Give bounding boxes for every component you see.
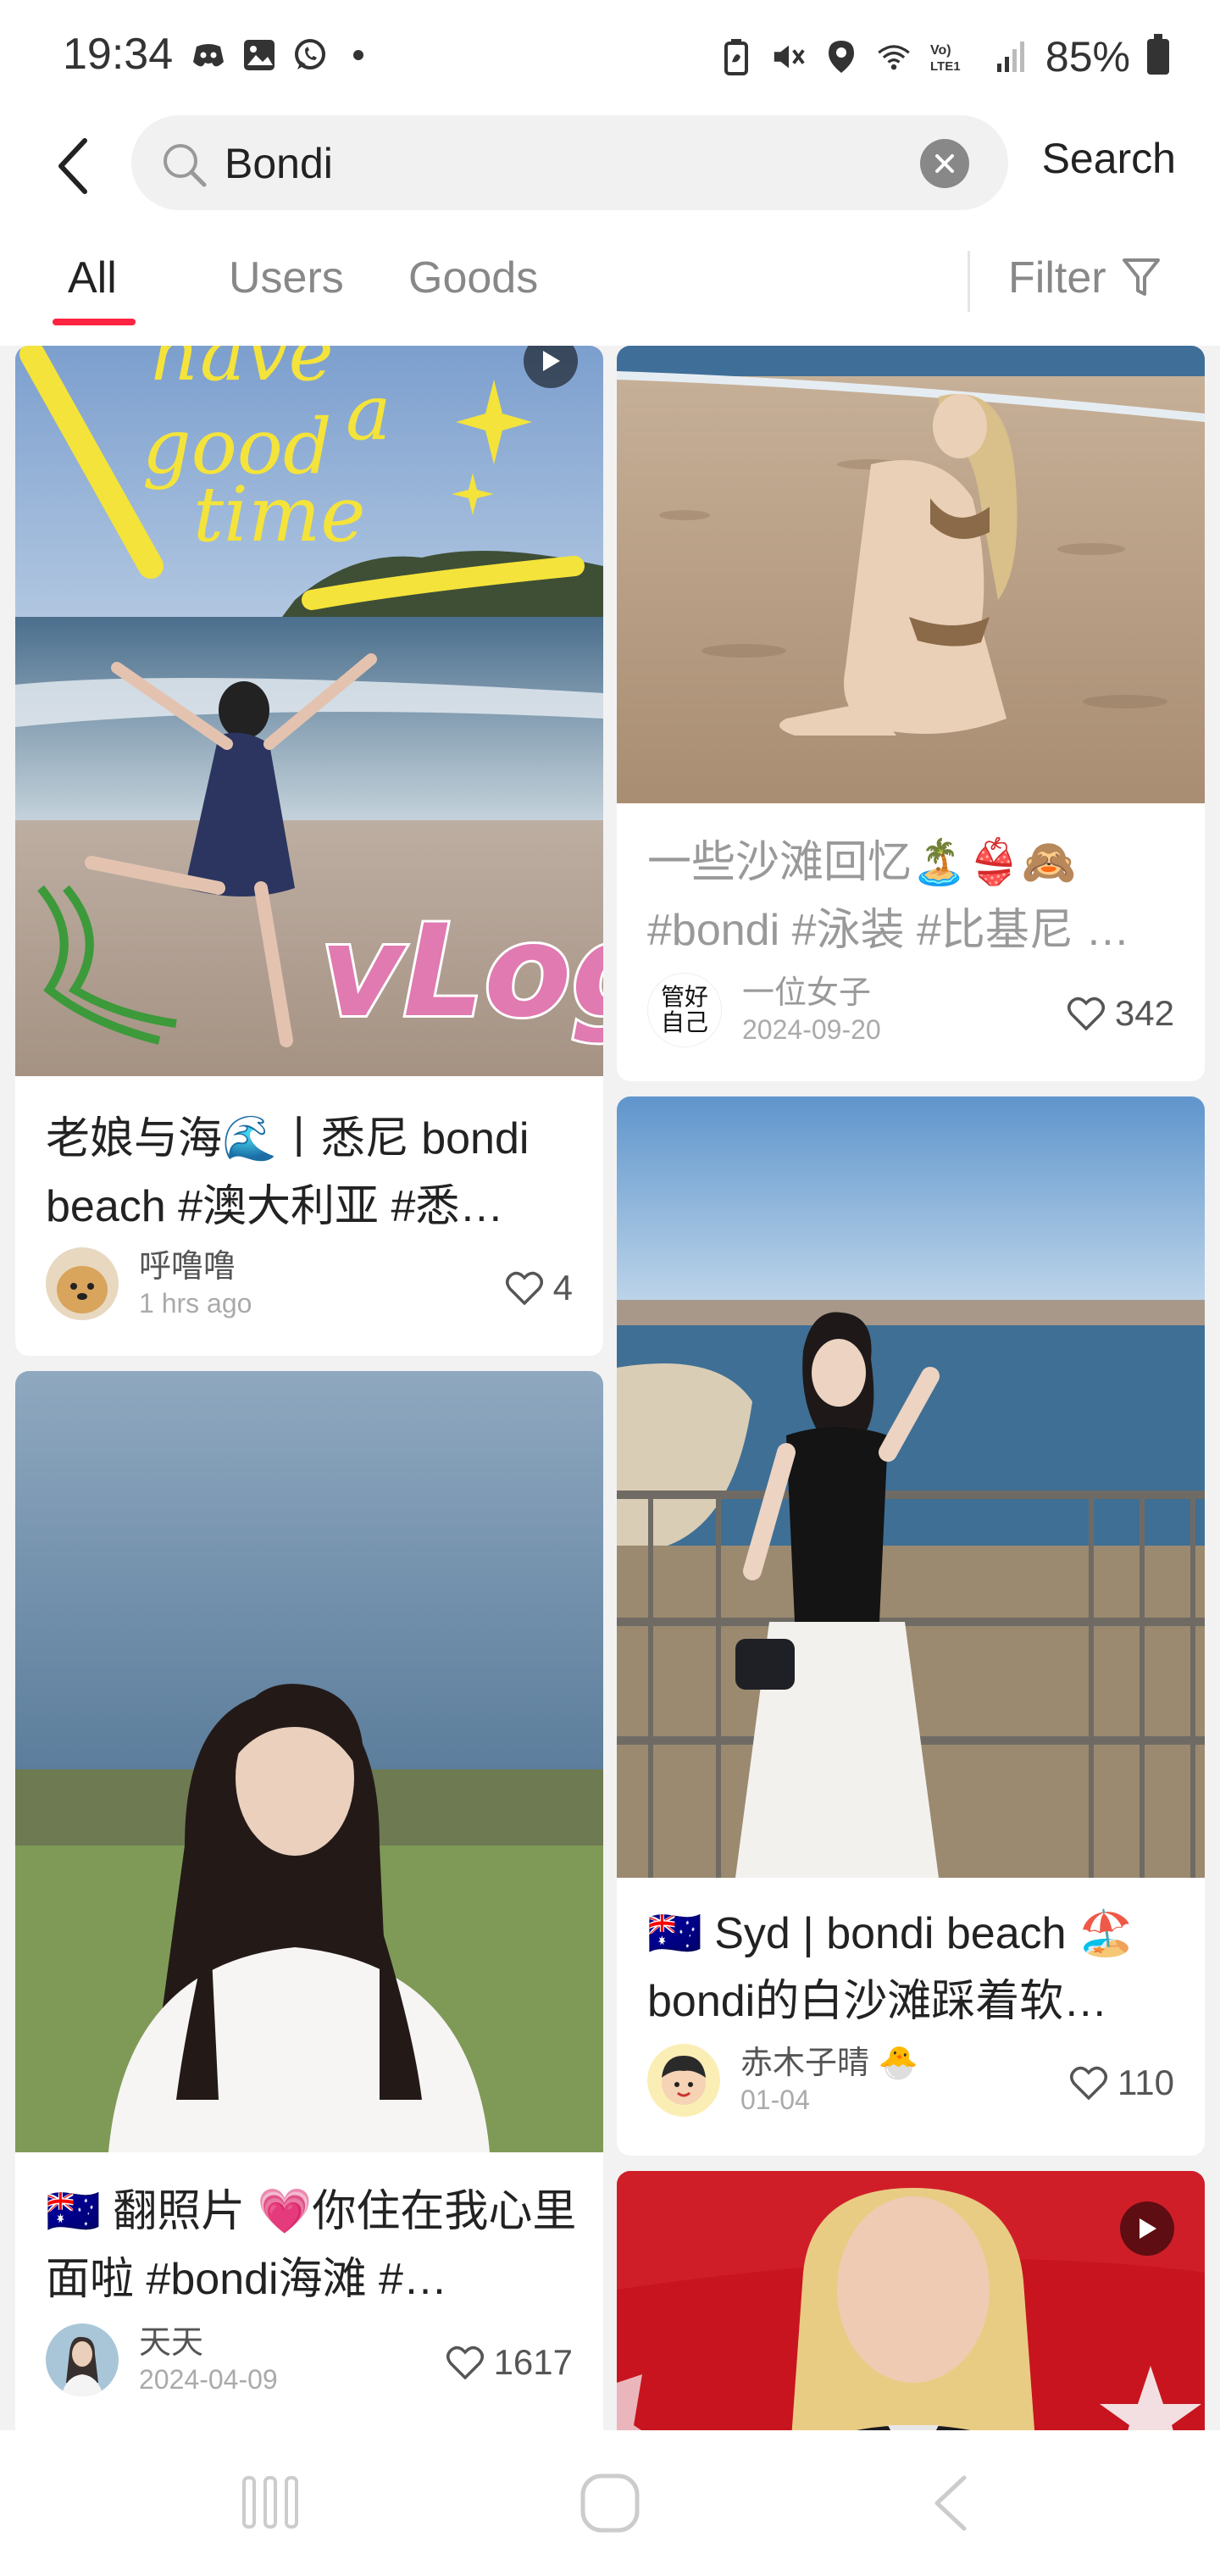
- post-author[interactable]: 赤木子晴 🐣 01-04: [647, 2044, 918, 2117]
- like-count: 4: [552, 1268, 573, 1307]
- status-bar: 19:34 Vo) LTE1 85%: [0, 0, 1220, 110]
- recent-apps-button[interactable]: [241, 2473, 300, 2536]
- filter-funnel-icon: [1122, 258, 1160, 296]
- home-icon: [580, 2473, 640, 2533]
- like-count: 342: [1114, 993, 1174, 1033]
- wifi-icon: [876, 39, 912, 75]
- status-time: 19:34: [63, 30, 174, 79]
- results-feed[interactable]: have a good time vLog 老娘与海🌊丨悉尼 bondi bea…: [0, 346, 1220, 2430]
- clear-icon: [935, 154, 954, 173]
- search-bar[interactable]: [131, 115, 1008, 210]
- location-icon: [824, 39, 859, 75]
- post-card[interactable]: have a good time vLog 老娘与海🌊丨悉尼 bondi bea…: [15, 346, 603, 1356]
- avatar: [46, 2323, 119, 2396]
- avatar: 管好自己: [647, 973, 722, 1047]
- author-name: 赤木子晴 🐣: [740, 2046, 918, 2081]
- tabs-divider: [968, 251, 970, 312]
- svg-text:Vo): Vo): [930, 43, 951, 58]
- whatsapp-icon: [292, 37, 328, 73]
- system-back-button[interactable]: [929, 2473, 971, 2538]
- search-button[interactable]: Search: [1042, 134, 1176, 183]
- post-image: have a good time vLog: [15, 346, 603, 1076]
- post-caption: 老娘与海🌊丨悉尼 bondi beach #澳大利亚 #悉…: [46, 1114, 530, 1231]
- post-caption: 🇦🇺 Syd | bondi beach 🏖️ bondi的白沙滩踩着软…: [647, 1909, 1134, 2026]
- mute-icon: [771, 39, 807, 75]
- search-input[interactable]: [223, 134, 921, 193]
- volte-icon: Vo) LTE1: [929, 39, 976, 75]
- post-card[interactable]: 🇦🇺 翻照片 💗你住在我心里面啦 #bondi海滩 #… 天天 2024-04-…: [15, 1371, 603, 2430]
- post-image: [617, 1096, 1205, 1878]
- like-button[interactable]: 4: [505, 1268, 573, 1308]
- search-icon: [164, 144, 207, 187]
- author-name: 一位女子: [742, 975, 872, 1011]
- svg-text:LTE1: LTE1: [930, 59, 961, 74]
- heart-icon: [1070, 2066, 1108, 2100]
- recent-apps-icon: [242, 2476, 298, 2529]
- avatar-text: 管好自己: [660, 984, 708, 1035]
- back-chevron-icon: [58, 138, 87, 194]
- avatar: [46, 1247, 119, 1320]
- like-count: 110: [1117, 2062, 1174, 2102]
- post-image: [617, 346, 1205, 803]
- avatar: [647, 2044, 720, 2117]
- heart-icon: [505, 1271, 543, 1305]
- post-card[interactable]: 一些沙滩回忆🏝️👙🙈 #bondi #泳装 #比基尼 … 管好自己 一位女子 2…: [617, 346, 1205, 1081]
- svg-text:time: time: [193, 470, 366, 559]
- back-icon: [934, 2475, 967, 2531]
- author-name: 呼噜噜: [139, 1249, 236, 1285]
- filter-label: Filter: [1008, 253, 1106, 303]
- svg-text:a: a: [346, 369, 391, 458]
- search-header: Search: [0, 110, 1220, 220]
- post-date: 1 hrs ago: [139, 1288, 252, 1319]
- like-count: 1617: [493, 2342, 573, 2382]
- battery-percent: 85%: [1045, 33, 1130, 80]
- author-name: 天天: [139, 2325, 204, 2361]
- system-icons: Vo) LTE1 85%: [718, 32, 1169, 81]
- post-author[interactable]: 管好自己 一位女子 2024-09-20: [647, 973, 881, 1047]
- discord-icon: [191, 37, 226, 73]
- post-author[interactable]: 呼噜噜 1 hrs ago: [46, 1247, 252, 1320]
- heart-icon: [446, 2346, 484, 2379]
- post-date: 2024-04-09: [139, 2364, 278, 2395]
- post-caption: 一些沙滩回忆🏝️👙🙈 #bondi #泳装 #比基尼 …: [647, 838, 1130, 955]
- home-button[interactable]: [580, 2473, 640, 2538]
- post-card[interactable]: [617, 2171, 1205, 2430]
- play-icon: [543, 351, 560, 371]
- back-button[interactable]: [47, 134, 98, 198]
- post-date: 01-04: [740, 2085, 810, 2115]
- battery-saver-icon: [718, 39, 754, 75]
- post-caption: 🇦🇺 翻照片 💗你住在我心里面啦 #bondi海滩 #…: [46, 2187, 577, 2304]
- post-date: 2024-09-20: [742, 1014, 881, 1045]
- like-button[interactable]: 110: [1070, 2062, 1174, 2103]
- svg-text:vLog: vLog: [320, 898, 603, 1046]
- like-button[interactable]: 342: [1067, 993, 1174, 1034]
- post-card[interactable]: 🇦🇺 Syd | bondi beach 🏖️ bondi的白沙滩踩着软… 赤木…: [617, 1096, 1205, 2156]
- video-badge: [1120, 2201, 1174, 2256]
- notification-icons: [191, 37, 363, 73]
- heart-icon: [1067, 997, 1105, 1030]
- battery-icon: [1147, 34, 1169, 75]
- tab-all[interactable]: All: [68, 253, 117, 303]
- filter-button[interactable]: Filter: [1008, 253, 1161, 303]
- play-icon: [1140, 2218, 1156, 2239]
- tab-goods[interactable]: Goods: [408, 253, 538, 303]
- post-author[interactable]: 天天 2024-04-09: [46, 2323, 278, 2396]
- active-tab-indicator: [53, 319, 136, 325]
- system-nav-bar: [0, 2430, 1220, 2576]
- like-button[interactable]: 1617: [446, 2342, 573, 2383]
- result-tabs: All Users Goods Filter: [0, 220, 1220, 346]
- signal-icon: [993, 39, 1029, 75]
- post-image: [617, 2171, 1205, 2430]
- clear-search-button[interactable]: [920, 139, 969, 188]
- more-notifications-dot: [353, 50, 363, 60]
- post-image: [15, 1371, 603, 2152]
- tab-users[interactable]: Users: [229, 253, 344, 303]
- svg-text:have: have: [151, 346, 334, 398]
- gallery-icon: [241, 37, 277, 73]
